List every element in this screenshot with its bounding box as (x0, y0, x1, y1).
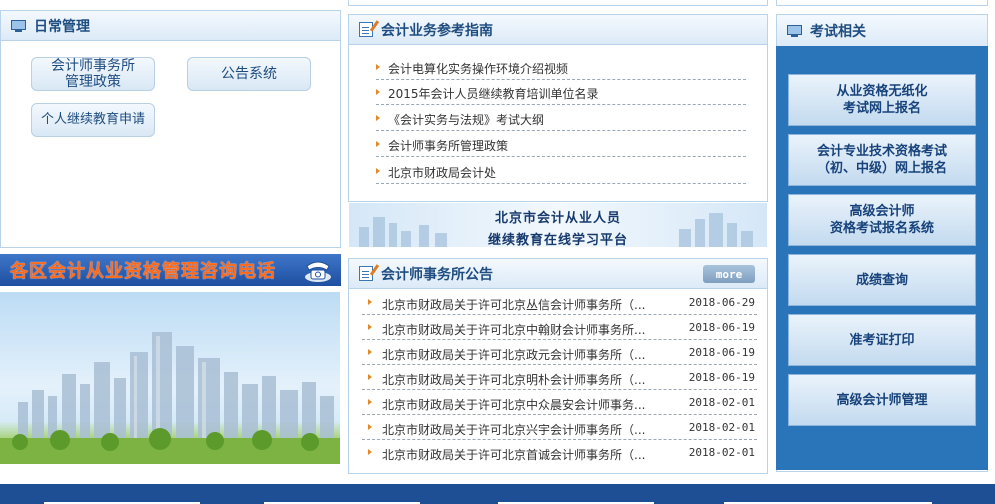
notice-row[interactable]: 北京市财政局关于许可北京丛信会计师事务所（... 2018-06-29 (362, 290, 757, 315)
notice-label: 北京市财政局关于许可北京丛信会计师事务所（... (382, 298, 646, 312)
score-query-button[interactable]: 成绩查询 (788, 254, 976, 306)
notice-date: 2018-06-19 (688, 346, 755, 359)
guide-item[interactable]: 北京市财政局会计处 (376, 159, 746, 184)
top-strip-left (348, 0, 768, 6)
professional-exam-register-button[interactable]: 会计专业技术资格考试 （初、中级）网上报名 (788, 134, 976, 186)
notice-date: 2018-02-01 (688, 446, 755, 459)
notice-date: 2018-02-01 (688, 396, 755, 409)
guide-item-label: 北京市财政局会计处 (388, 166, 497, 180)
bullet-arrow-icon (368, 374, 372, 380)
notice-row[interactable]: 北京市财政局关于许可北京明朴会计师事务所（... 2018-06-19 (362, 365, 757, 390)
bullet-arrow-icon (368, 449, 372, 455)
notice-row[interactable]: 北京市财政局关于许可北京兴宇会计师事务所（... 2018-02-01 (362, 415, 757, 440)
guide-item[interactable]: 会计师事务所管理政策 (376, 132, 746, 157)
learning-banner-line1: 北京市会计从业人员 (494, 211, 621, 226)
guide-item-label: 会计师事务所管理政策 (388, 139, 509, 153)
guide-item-label: 2015年会计人员继续教育培训单位名录 (388, 87, 599, 101)
learning-platform-banner[interactable]: 北京市会计从业人员 继续教育在线学习平台 (349, 203, 767, 247)
notice-system-button[interactable]: 公告系统 (187, 57, 311, 91)
bullet-arrow-icon (376, 168, 380, 174)
guide-item-label: 会计电算化实务操作环境介绍视频 (388, 62, 569, 76)
personal-education-button[interactable]: 个人继续教育申请 (31, 103, 155, 137)
notice-row[interactable]: 北京市财政局关于许可北京中翰财会计师事务所... 2018-06-19 (362, 315, 757, 340)
city-skyline-image (0, 292, 340, 464)
guide-title: 会计业务参考指南 (381, 22, 493, 39)
guide-item[interactable]: 《会计实务与法规》考试大纲 (376, 106, 746, 131)
bullet-arrow-icon (376, 115, 380, 121)
notice-title: 会计师事务所公告 (381, 266, 493, 283)
monitor-icon (11, 20, 26, 32)
bullet-arrow-icon (368, 349, 372, 355)
bullet-arrow-icon (376, 141, 380, 147)
document-icon (359, 266, 373, 281)
monitor-icon (787, 25, 802, 37)
guide-header: 会计业务参考指南 (349, 15, 767, 45)
guide-item[interactable]: 会计电算化实务操作环境介绍视频 (376, 55, 746, 80)
top-strip-right (776, 0, 988, 6)
bullet-arrow-icon (368, 399, 372, 405)
bullet-arrow-icon (376, 89, 380, 95)
notice-label: 北京市财政局关于许可北京首诚会计师事务所（... (382, 448, 646, 462)
notice-label: 北京市财政局关于许可北京中众晨安会计师事务... (382, 398, 646, 412)
notice-row[interactable]: 北京市财政局关于许可北京中众晨安会计师事务... 2018-02-01 (362, 390, 757, 415)
bullet-arrow-icon (368, 424, 372, 430)
notice-row[interactable]: 北京市财政局关于许可北京首诚会计师事务所（... 2018-02-01 (362, 440, 757, 465)
bullet-arrow-icon (368, 324, 372, 330)
firm-policy-button[interactable]: 会计师事务所 管理政策 (31, 57, 155, 91)
bullet-arrow-icon (376, 64, 380, 70)
guide-item-label: 《会计实务与法规》考试大纲 (388, 113, 545, 127)
bullet-arrow-icon (368, 299, 372, 305)
notice-label: 北京市财政局关于许可北京明朴会计师事务所（... (382, 373, 646, 387)
paperless-exam-register-button[interactable]: 从业资格无纸化 考试网上报名 (788, 74, 976, 126)
notice-label: 北京市财政局关于许可北京兴宇会计师事务所（... (382, 423, 646, 437)
document-icon (359, 22, 373, 37)
notice-date: 2018-06-19 (688, 371, 755, 384)
notice-label: 北京市财政局关于许可北京中翰财会计师事务所... (382, 323, 646, 337)
notice-date: 2018-06-19 (688, 321, 755, 334)
footer-bar (0, 484, 995, 504)
senior-accountant-register-button[interactable]: 高级会计师 资格考试报名系统 (788, 194, 976, 246)
learning-banner-line2: 继续教育在线学习平台 (487, 233, 628, 247)
admission-ticket-print-button[interactable]: 准考证打印 (788, 314, 976, 366)
notice-date: 2018-02-01 (688, 421, 755, 434)
daily-panel: 日常管理 会计师事务所 管理政策 公告系统 个人继续教育申请 (0, 10, 341, 248)
notice-header: 会计师事务所公告 more (349, 259, 767, 289)
exam-title: 考试相关 (810, 23, 866, 40)
notice-row[interactable]: 北京市财政局关于许可北京政元会计师事务所（... 2018-06-19 (362, 340, 757, 365)
telephone-icon (305, 261, 331, 282)
daily-title: 日常管理 (34, 18, 90, 35)
more-button[interactable]: more (703, 265, 755, 283)
consult-phone-banner[interactable]: 各区会计从业资格管理咨询电话 (0, 254, 341, 286)
exam-buttons-area: 从业资格无纸化 考试网上报名 会计专业技术资格考试 （初、中级）网上报名 高级会… (776, 46, 988, 470)
consult-banner-text: 各区会计从业资格管理咨询电话 (10, 261, 276, 282)
exam-header: 考试相关 (777, 15, 987, 47)
guide-item[interactable]: 2015年会计人员继续教育培训单位名录 (376, 80, 746, 105)
notice-date: 2018-06-29 (688, 296, 755, 309)
notice-label: 北京市财政局关于许可北京政元会计师事务所（... (382, 348, 646, 362)
daily-header: 日常管理 (1, 11, 340, 41)
senior-accountant-management-button[interactable]: 高级会计师管理 (788, 374, 976, 426)
city-skyline-graphic (0, 332, 340, 464)
